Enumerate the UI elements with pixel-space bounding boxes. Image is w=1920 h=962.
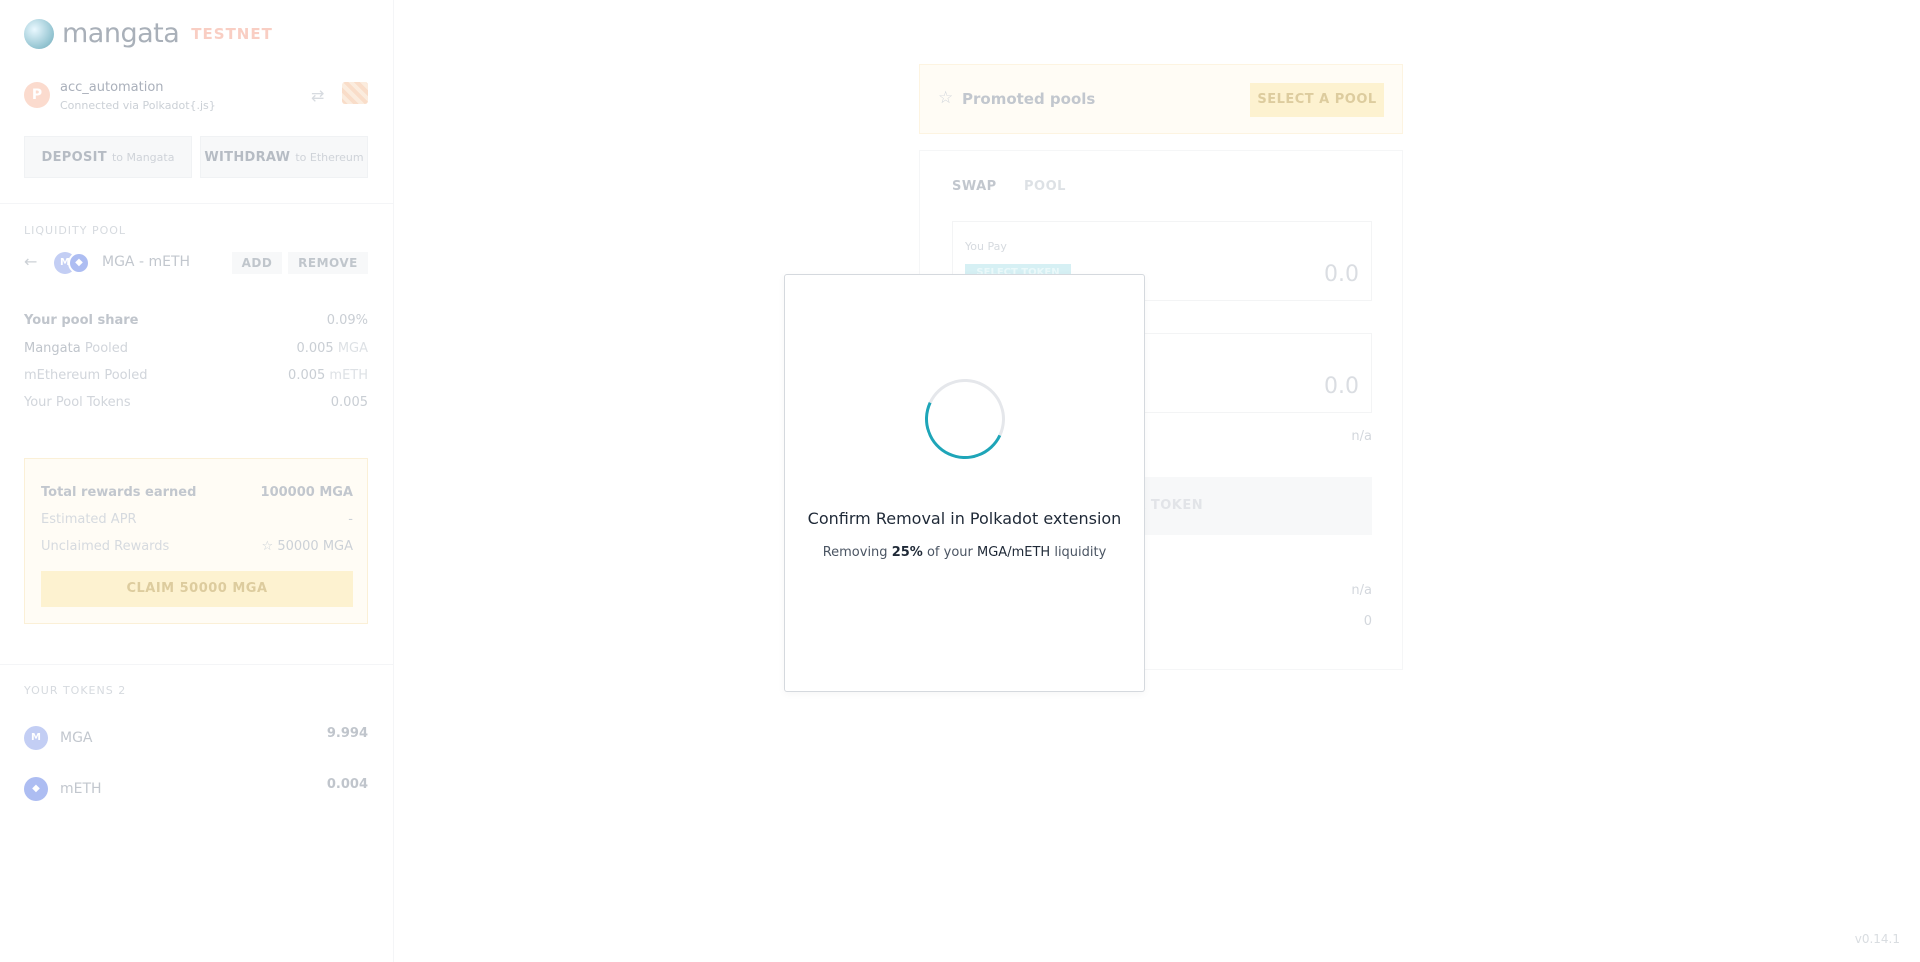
removal-pair: MGA/mETH <box>977 545 1051 560</box>
of-your-text: of your <box>926 545 973 560</box>
removing-text: Removing <box>822 545 888 560</box>
loading-spinner-icon <box>913 367 1017 471</box>
liquidity-text: liquidity <box>1054 545 1107 560</box>
confirm-removal-modal: Confirm Removal in Polkadot extension Re… <box>784 274 1145 692</box>
modal-subtitle: Removing 25% of your MGA/mETH liquidity <box>785 545 1144 560</box>
modal-title: Confirm Removal in Polkadot extension <box>807 509 1122 528</box>
removal-percent: 25% <box>891 545 923 560</box>
